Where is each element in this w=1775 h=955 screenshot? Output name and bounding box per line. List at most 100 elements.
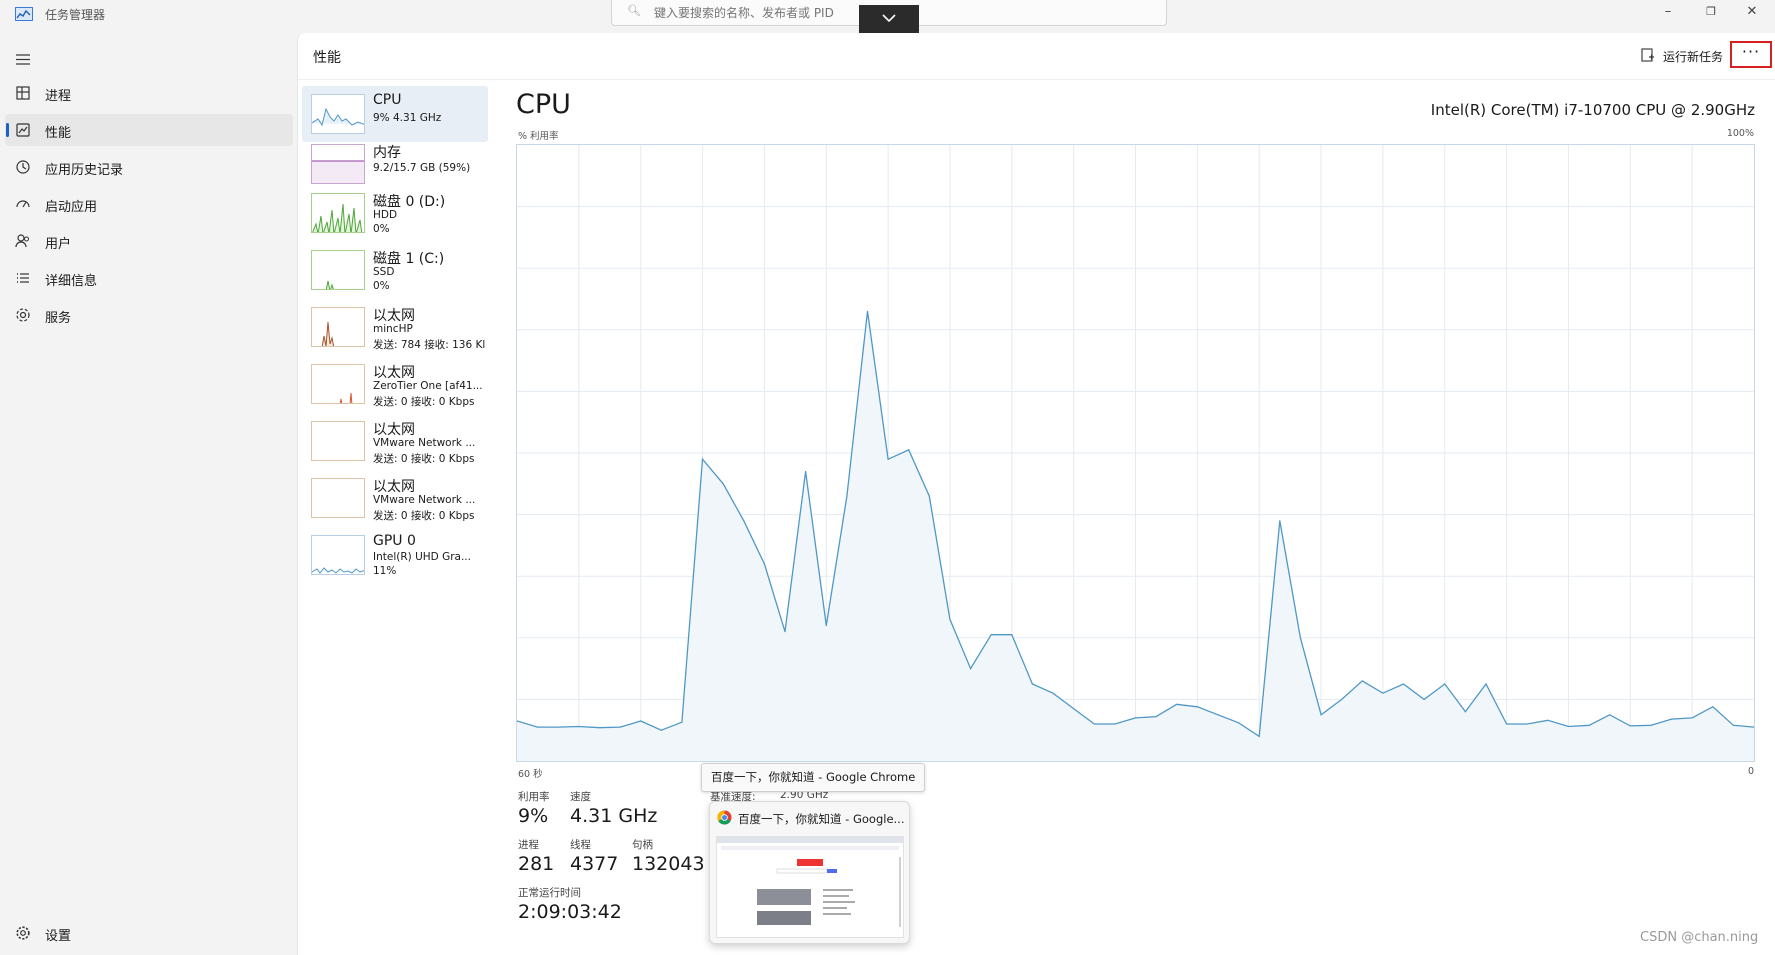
gear-icon (15, 925, 31, 941)
processes-value: 281 (518, 853, 555, 875)
resource-detail: SSD (373, 266, 395, 278)
resource-name: CPU (373, 92, 402, 108)
chrome-icon (717, 810, 732, 829)
cpu-data-point (1650, 724, 1652, 726)
resource-item-memory[interactable]: 内存 9.2/15.7 GB (59%) (302, 136, 488, 192)
nav-label: 详细信息 (45, 274, 98, 289)
nav-item-details[interactable]: 详细信息 (5, 262, 293, 294)
cpu-utilization-chart (516, 144, 1755, 762)
y-axis-label: % 利用率 (518, 131, 559, 142)
details-icon (15, 270, 31, 286)
speed-label: 速度 (570, 791, 591, 803)
search-icon: 🔍︎ (627, 4, 641, 17)
nav-label: 设置 (45, 929, 72, 944)
chevron-down-icon (882, 14, 896, 23)
resource-detail: mincHP (373, 323, 413, 335)
cpu-data-point (743, 520, 745, 522)
nav-item-services[interactable]: 服务 (5, 299, 293, 331)
nav-item-settings[interactable]: 设置 (5, 917, 293, 949)
resource-detail: 0% (373, 280, 390, 292)
more-options-button[interactable]: ··· (1730, 41, 1772, 68)
cpu-data-point (1732, 724, 1734, 726)
preview-thumbnail (716, 836, 904, 938)
cpu-data-point (825, 624, 827, 627)
cpu-data-point (1011, 634, 1013, 636)
nav-item-users[interactable]: 用户 (5, 225, 293, 257)
cpu-data-point (722, 483, 724, 485)
cpu-data-point (1444, 683, 1446, 685)
resource-detail: 发送: 0 接收: 0 Kbps (373, 396, 475, 408)
watermark-text: CSDN @chan.ning (1640, 930, 1759, 945)
main-content: 性能 运行新任务 ··· CPU 9% 4.31 GHz 内存 9.2/15.7… (297, 33, 1775, 955)
threads-label: 线程 (570, 839, 591, 851)
resource-item-ethernet-4[interactable]: 以太网 VMware Network ... 发送: 0 接收: 0 Kbps (302, 470, 488, 526)
title-bar: 任务管理器 🔍︎ – ❐ ✕ (0, 0, 1775, 35)
cpu-data-point (1547, 719, 1549, 721)
resource-item-ethernet-1[interactable]: 以太网 mincHP 发送: 784 接收: 136 Kl (302, 299, 488, 355)
resource-detail: 0% (373, 223, 390, 235)
history-icon (15, 159, 31, 175)
cpu-data-point (1238, 722, 1240, 724)
cpu-data-point (970, 668, 972, 670)
chrome-window-preview[interactable]: 百度一下，你就知道 - Google... (709, 801, 910, 944)
resource-item-ethernet-2[interactable]: 以太网 ZeroTier One [af41... 发送: 0 接收: 0 Kb… (302, 356, 488, 412)
cpu-data-point (578, 725, 580, 728)
cpu-data-point (1506, 723, 1508, 725)
cpu-data-point (805, 470, 807, 473)
hamburger-menu-icon[interactable] (16, 50, 30, 69)
resource-detail: 11% (373, 565, 397, 577)
cpu-data-point (619, 726, 621, 728)
nav-item-performance[interactable]: 性能 (5, 114, 293, 146)
cpu-data-point (846, 495, 848, 497)
taskbar-tooltip: 百度一下，你就知道 - Google Chrome (701, 763, 926, 792)
resource-detail: VMware Network ... (373, 494, 476, 506)
cpu-data-point (598, 727, 601, 729)
resource-item-disk-1[interactable]: 磁盘 1 (C:) SSD 0% (302, 242, 488, 298)
cpu-data-point (1712, 706, 1714, 708)
nav-label: 启动应用 (45, 200, 98, 215)
nav-item-startup-apps[interactable]: 启动应用 (5, 188, 293, 220)
users-icon (15, 233, 31, 249)
disk-1-thumbnail-graph (311, 250, 365, 290)
resource-item-gpu-0[interactable]: GPU 0 Intel(R) UHD Gra... 11% (302, 527, 488, 583)
cpu-data-point (928, 495, 930, 497)
side-navigation: 进程 性能 应用历史记录 启动应用 用户 详细信息 服务 设置 (0, 30, 297, 955)
y-max-label: 100% (1726, 128, 1754, 139)
resource-name: 以太网 (373, 479, 415, 495)
nav-item-app-history[interactable]: 应用历史记录 (5, 151, 293, 183)
gpu-0-thumbnail-graph (311, 535, 365, 575)
cpu-data-point (1299, 637, 1301, 639)
cpu-data-point (1031, 683, 1033, 685)
cpu-data-point (1402, 683, 1405, 685)
cpu-model-name: Intel(R) Core(TM) i7-10700 CPU @ 2.90GHz (1430, 101, 1755, 119)
utilization-value: 9% (518, 805, 549, 827)
cpu-utilization-svg (516, 145, 1755, 761)
cpu-data-point (763, 563, 765, 565)
maximize-button[interactable]: ❐ (1688, 0, 1734, 26)
process-icon (15, 85, 31, 101)
search-dropdown-button[interactable] (859, 5, 919, 35)
minimize-button[interactable]: – (1645, 0, 1691, 26)
resource-item-ethernet-3[interactable]: 以太网 VMware Network ... 发送: 0 接收: 0 Kbps (302, 413, 488, 469)
services-icon (15, 307, 31, 323)
threads-value: 4377 (570, 853, 619, 875)
active-indicator (6, 123, 9, 137)
resource-item-cpu[interactable]: CPU 9% 4.31 GHz (302, 86, 488, 142)
memory-thumbnail-graph (311, 144, 365, 184)
speed-value: 4.31 GHz (570, 805, 658, 827)
resource-item-disk-0[interactable]: 磁盘 0 (D:) HDD 0% (302, 185, 488, 241)
cpu-data-point (1176, 703, 1178, 705)
x-axis-left-label: 60 秒 (518, 769, 543, 780)
header-divider (298, 79, 1775, 80)
close-button[interactable]: ✕ (1729, 0, 1775, 26)
nav-item-processes[interactable]: 进程 (5, 77, 293, 109)
cpu-data-point (949, 618, 951, 620)
cpu-data-point (1114, 723, 1116, 725)
handles-value: 132043 (632, 853, 705, 875)
resource-detail: Intel(R) UHD Gra... (373, 551, 471, 563)
cpu-data-point (537, 726, 539, 728)
cpu-data-point (1155, 716, 1157, 718)
cpu-data-point (1670, 718, 1673, 720)
task-manager-app-icon (15, 7, 33, 21)
resource-detail: 发送: 0 接收: 0 Kbps (373, 453, 475, 465)
